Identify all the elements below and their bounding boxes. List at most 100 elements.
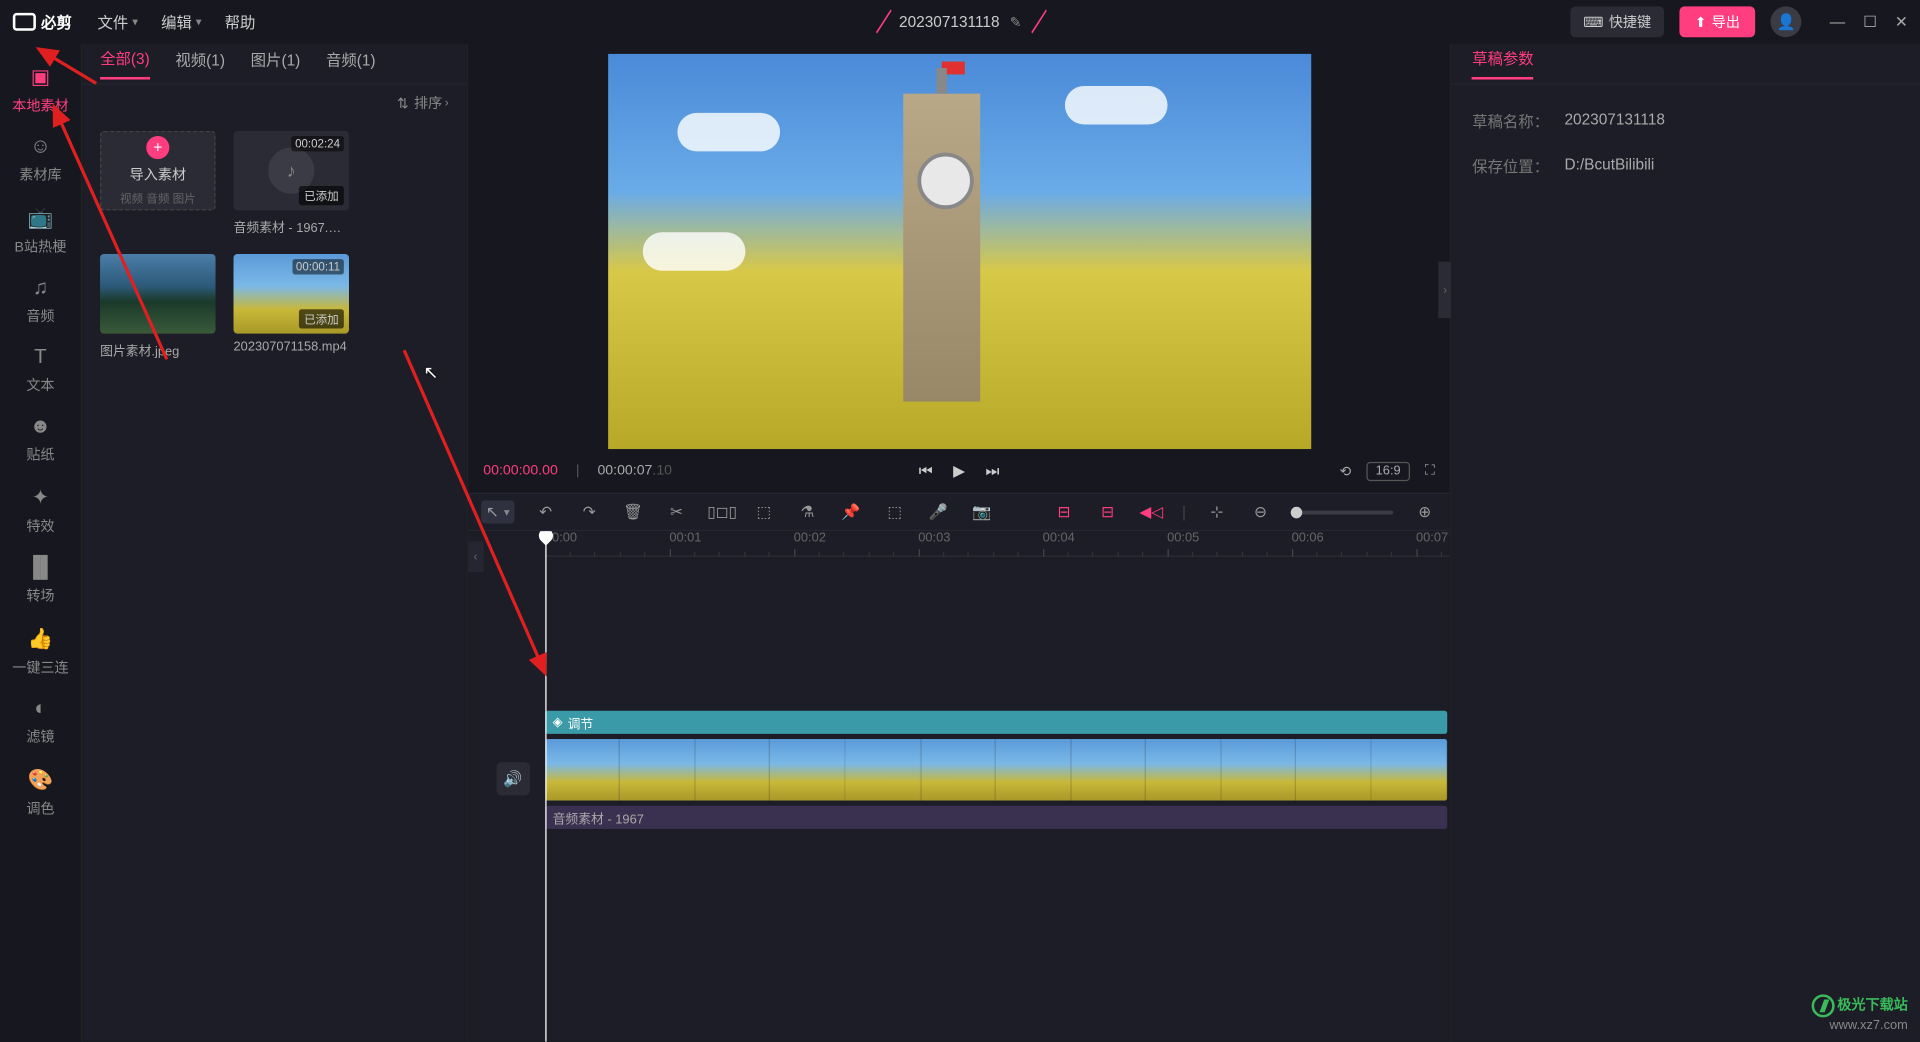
sidebar-trending[interactable]: 📺B站热梗 <box>0 195 81 267</box>
track-adjust[interactable]: ◈调节 <box>545 711 1447 734</box>
cursor-icon: ↖ <box>486 503 499 521</box>
tab-draft-params[interactable]: 草稿参数 <box>1472 47 1534 79</box>
camera-icon[interactable]: 📷 <box>969 503 995 521</box>
effects-icon: ✦ <box>0 485 81 511</box>
watermark: 极光下载站 www.xz7.com <box>1812 994 1908 1034</box>
tab-all[interactable]: 全部(3) <box>100 47 150 79</box>
timeline-ruler[interactable]: 00:0000:0100:0200:0300:0400:0500:0600:07… <box>545 531 1450 557</box>
minimize-button[interactable]: — <box>1830 13 1845 31</box>
undo-button[interactable]: ↶ <box>533 503 559 521</box>
zoom-in-button[interactable]: ⊕ <box>1412 503 1438 521</box>
draft-name-label: 草稿名称： <box>1472 110 1564 132</box>
chevron-down-icon: ▾ <box>132 15 138 29</box>
split-button[interactable]: ✂ <box>664 503 690 521</box>
media-label: 202307071158.mp4 <box>234 340 349 354</box>
selection-tool[interactable]: ↖▾ <box>481 500 515 523</box>
sticker-icon: ☻ <box>0 416 81 439</box>
flask-button[interactable]: ⚗ <box>795 503 821 521</box>
redo-button[interactable]: ↷ <box>576 503 602 521</box>
preview-canvas[interactable] <box>608 54 1311 449</box>
logo-icon <box>13 13 36 31</box>
next-frame-button[interactable]: ⏭ <box>986 461 1000 480</box>
shortcut-button[interactable]: ⌨快捷键 <box>1570 6 1664 37</box>
fullscreen-button[interactable]: ⛶ <box>1425 463 1435 480</box>
export-button[interactable]: ⬆导出 <box>1679 6 1755 37</box>
media-item-audio[interactable]: ♪ 00:02:24 已添加 音频素材 - 1967.mp3 <box>234 131 349 236</box>
palette-icon: 🎨 <box>0 767 81 793</box>
draft-name-value: 202307131118 <box>1564 110 1664 132</box>
panel-collapse-handle[interactable]: › <box>1439 262 1452 318</box>
maximize-button[interactable]: ☐ <box>1863 13 1877 31</box>
menu-help[interactable]: 帮助 <box>225 11 256 33</box>
chevron-right-icon: › <box>445 96 449 109</box>
sidebar-media-library[interactable]: ☺素材库 <box>0 126 81 195</box>
added-badge: 已添加 <box>299 186 344 205</box>
snap-audio-button[interactable]: ◀◁ <box>1138 503 1164 521</box>
tab-video[interactable]: 视频(1) <box>175 49 225 79</box>
added-badge: 已添加 <box>299 309 344 328</box>
thumbs-icon: 👍 <box>0 626 81 652</box>
time-current: 00:00:00.00 <box>483 463 558 478</box>
menu-file[interactable]: 文件▾ <box>98 11 138 33</box>
time-total: 00:00:07.10 <box>597 463 672 478</box>
draft-save-value: D:/BcutBilibili <box>1564 155 1654 177</box>
sidebar-transition[interactable]: ▐▌转场 <box>0 547 81 616</box>
sidebar-sticker[interactable]: ☻贴纸 <box>0 405 81 474</box>
trending-icon: 📺 <box>0 205 81 231</box>
user-icon: 👤 <box>1777 13 1796 31</box>
pin-button[interactable]: 📌 <box>838 503 864 521</box>
zoom-fit-button[interactable]: ⊹ <box>1204 503 1230 521</box>
user-avatar[interactable]: 👤 <box>1771 6 1802 37</box>
loop-button[interactable]: ⟲ <box>1339 463 1351 480</box>
music-icon: ♫ <box>0 277 81 300</box>
tab-image[interactable]: 图片(1) <box>251 49 301 79</box>
media-item-image[interactable]: 图片素材.jpeg <box>100 254 215 359</box>
sidebar-effects[interactable]: ✦特效 <box>0 475 81 547</box>
sidebar-local-media[interactable]: ▣本地素材 <box>0 54 81 126</box>
project-title: 202307131118 <box>899 13 999 31</box>
duration-badge: 00:02:24 <box>291 136 344 151</box>
sidebar-text[interactable]: T文本 <box>0 336 81 405</box>
center-area: 00:00:00.00 | 00:00:07.10 ⏮ ▶ ⏭ ⟲ 16:9 ⛶… <box>468 44 1450 1042</box>
plus-icon: + <box>146 135 169 158</box>
close-button[interactable]: ✕ <box>1895 13 1908 31</box>
timeline[interactable]: ‹ 00:0000:0100:0200:0300:0400:0500:0600:… <box>468 531 1450 1042</box>
import-media-card[interactable]: + 导入素材 视频 音频 图片 <box>100 131 215 236</box>
slash-icon: ╲ <box>868 10 896 34</box>
snap-main-button[interactable]: ⊟ <box>1051 503 1077 521</box>
sort-icon: ⇅ <box>397 94 409 111</box>
sidebar-audio[interactable]: ♫音频 <box>0 267 81 336</box>
prev-frame-button[interactable]: ⏮ <box>919 461 933 480</box>
sidebar-color[interactable]: 🎨调色 <box>0 757 81 829</box>
zoom-slider[interactable] <box>1291 510 1394 514</box>
mute-track-button[interactable]: 🔊 <box>496 762 529 795</box>
sidebar-triple[interactable]: 👍一键三连 <box>0 616 81 688</box>
track-video[interactable] <box>545 739 1447 801</box>
slash-icon: ╲ <box>1024 10 1052 34</box>
tab-audio[interactable]: 音频(1) <box>326 49 376 79</box>
library-icon: ☺ <box>0 136 81 159</box>
snap-track-button[interactable]: ⊟ <box>1095 503 1121 521</box>
freeze-button[interactable]: ⬚ <box>751 503 777 521</box>
filter-icon: ◐ <box>0 698 81 721</box>
menu-edit[interactable]: 编辑▾ <box>161 11 201 33</box>
folder-icon: ▣ <box>0 64 81 90</box>
delete-button[interactable]: 🗑 <box>620 503 646 521</box>
edit-title-icon[interactable]: ✎ <box>1010 13 1022 30</box>
crop-button[interactable]: ▯◻▯ <box>707 503 733 521</box>
mic-icon[interactable]: 🎤 <box>925 503 951 521</box>
playhead[interactable] <box>545 531 546 1042</box>
zoom-out-button[interactable]: ⊖ <box>1248 503 1274 521</box>
adjust-icon: ◈ <box>553 715 563 729</box>
track-audio[interactable]: 音频素材 - 1967 <box>545 806 1447 829</box>
collapse-panel-button[interactable]: ‹ <box>468 541 483 572</box>
sidebar-filter[interactable]: ◐滤镜 <box>0 688 81 757</box>
crop-icon[interactable]: ⬚ <box>882 503 908 521</box>
aspect-ratio[interactable]: 16:9 <box>1367 461 1410 480</box>
media-panel: 全部(3) 视频(1) 图片(1) 音频(1) ⇅ 排序 › + 导入素材 视频… <box>82 44 468 1042</box>
media-item-video[interactable]: 00:00:11 已添加 202307071158.mp4 <box>234 254 349 359</box>
media-label: 音频素材 - 1967.mp3 <box>234 217 349 236</box>
sort-button[interactable]: 排序 <box>414 92 442 113</box>
play-button[interactable]: ▶ <box>953 461 965 480</box>
draft-save-label: 保存位置： <box>1472 155 1564 177</box>
